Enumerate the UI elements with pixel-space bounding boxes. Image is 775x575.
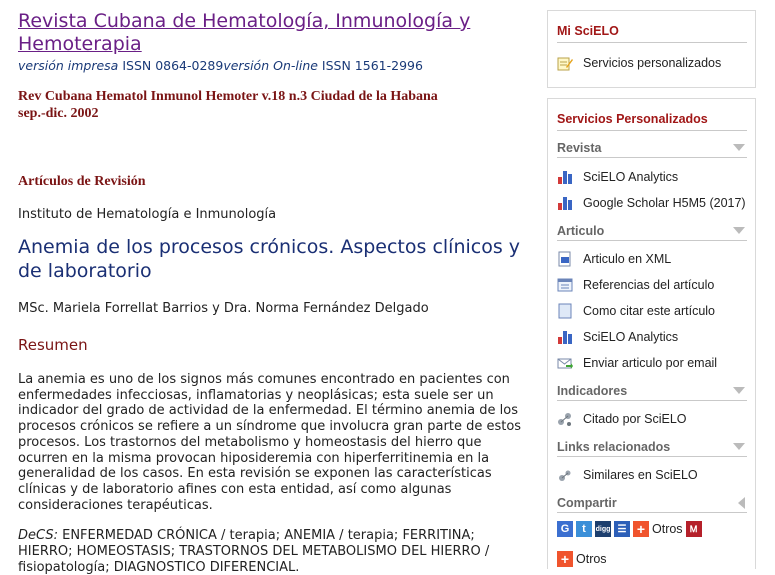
decs-terms: ENFERMEDAD CRÓNICA / terapia; ANEMIA / t… [18,528,490,575]
group-indicadores[interactable]: Indicadores [557,384,747,401]
link-label: SciELO Analytics [583,330,679,344]
link-referencias[interactable]: Referencias del artículo [557,277,714,293]
link-como-citar[interactable]: Como citar este artículo [557,303,715,319]
twitter-icon[interactable]: t [576,521,592,537]
chevron-down-icon [733,144,745,151]
link-label: Referencias del artículo [583,278,715,292]
authors: MSc. Mariela Forrellat Barrios y Dra. No… [18,301,429,316]
bar-chart-icon [557,169,573,185]
share-more-link-2[interactable]: Otros [576,552,607,566]
article-section: Artículos de Revisión [18,174,146,189]
link-google-scholar[interactable]: Google Scholar H5M5 (2017) [557,195,746,211]
share-more-link[interactable]: Otros [652,522,683,536]
similar-icon [557,467,573,483]
decs-keywords: DeCS: ENFERMEDAD CRÓNICA / terapia; ANEM… [18,528,530,575]
group-revista[interactable]: Revista [557,141,747,158]
link-label: Similares en SciELO [583,468,698,482]
main-content: Revista Cubana de Hematología, Inmunolog… [18,10,530,575]
servicios-title: Servicios Personalizados [557,112,747,131]
resumen-heading: Resumen [18,336,88,354]
group-compartir[interactable]: Compartir [557,496,747,513]
digg-icon[interactable]: digg [595,521,611,537]
journal-title-link[interactable]: Revista Cubana de Hematología, Inmunolog… [18,10,530,56]
group-links-label: Links relacionados [557,440,671,454]
institution: Instituto de Hematología e Inmunología [18,207,277,222]
mi-scielo-title: Mi SciELO [557,24,747,43]
issn-line: versión impresa ISSN 0864-0289versión On… [18,58,530,74]
link-label: Como citar este artículo [583,304,715,318]
stumble-icon[interactable]: ☰ [614,521,630,537]
references-icon [557,277,573,293]
chevron-left-icon [738,497,745,509]
link-citado-por[interactable]: Citado por SciELO [557,411,687,427]
abstract-text: La anemia es uno de los signos más comun… [18,372,522,513]
mendeley-icon[interactable]: Ꮇ [685,521,702,537]
article-title: Anemia de los procesos crónicos. Aspecto… [18,236,521,282]
link-enviar-email[interactable]: Enviar articulo por email [557,355,717,371]
group-revista-label: Revista [557,141,602,155]
addthis-icon[interactable]: + [557,551,573,567]
link-label: SciELO Analytics [583,170,679,184]
group-indicadores-label: Indicadores [557,384,628,398]
share-more-row: + Otros [557,551,610,567]
group-compartir-label: Compartir [557,496,617,510]
group-links-relacionados[interactable]: Links relacionados [557,440,747,457]
email-icon [557,355,573,371]
bar-chart-icon [557,329,573,345]
issn-print-label: versión impresa [18,58,119,73]
issn-online-label: versión On-line [223,58,318,73]
decs-label: DeCS: [18,528,58,544]
link-articulo-xml[interactable]: Articulo en XML [557,251,671,267]
addthis-icon[interactable]: + [633,521,649,537]
servicios-box: Servicios Personalizados Revista SciELO … [547,98,756,569]
link-label: Enviar articulo por email [583,356,718,370]
citation-network-icon [557,411,573,427]
share-icons-row: G t digg ☰ + Otros Ꮇ [557,521,705,537]
group-articulo[interactable]: Articulo [557,224,747,241]
issn-print: ISSN 0864-0289 [118,58,224,73]
chevron-down-icon [733,227,745,234]
group-articulo-label: Articulo [557,224,605,238]
mi-scielo-box: Mi SciELO Servicios personalizados [547,10,756,88]
link-label: Google Scholar H5M5 (2017) [583,196,746,210]
link-similares[interactable]: Similares en SciELO [557,467,698,483]
link-label: Articulo en XML [583,252,672,266]
servicios-personalizados-label: Servicios personalizados [583,56,722,70]
document-icon [557,303,573,319]
bar-chart-icon [557,195,573,211]
issn-online: ISSN 1561-2996 [317,58,423,73]
chevron-down-icon [733,387,745,394]
link-scielo-analytics-articulo[interactable]: SciELO Analytics [557,329,678,345]
xml-document-icon [557,251,573,267]
edit-note-icon [557,55,573,71]
google-icon[interactable]: G [557,521,573,537]
servicios-personalizados-link[interactable]: Servicios personalizados [557,55,721,71]
chevron-down-icon [733,443,745,450]
issue-citation: Rev Cubana Hematol Inmunol Hemoter v.18 … [18,89,438,121]
link-scielo-analytics-revista[interactable]: SciELO Analytics [557,169,678,185]
link-label: Citado por SciELO [583,412,687,426]
